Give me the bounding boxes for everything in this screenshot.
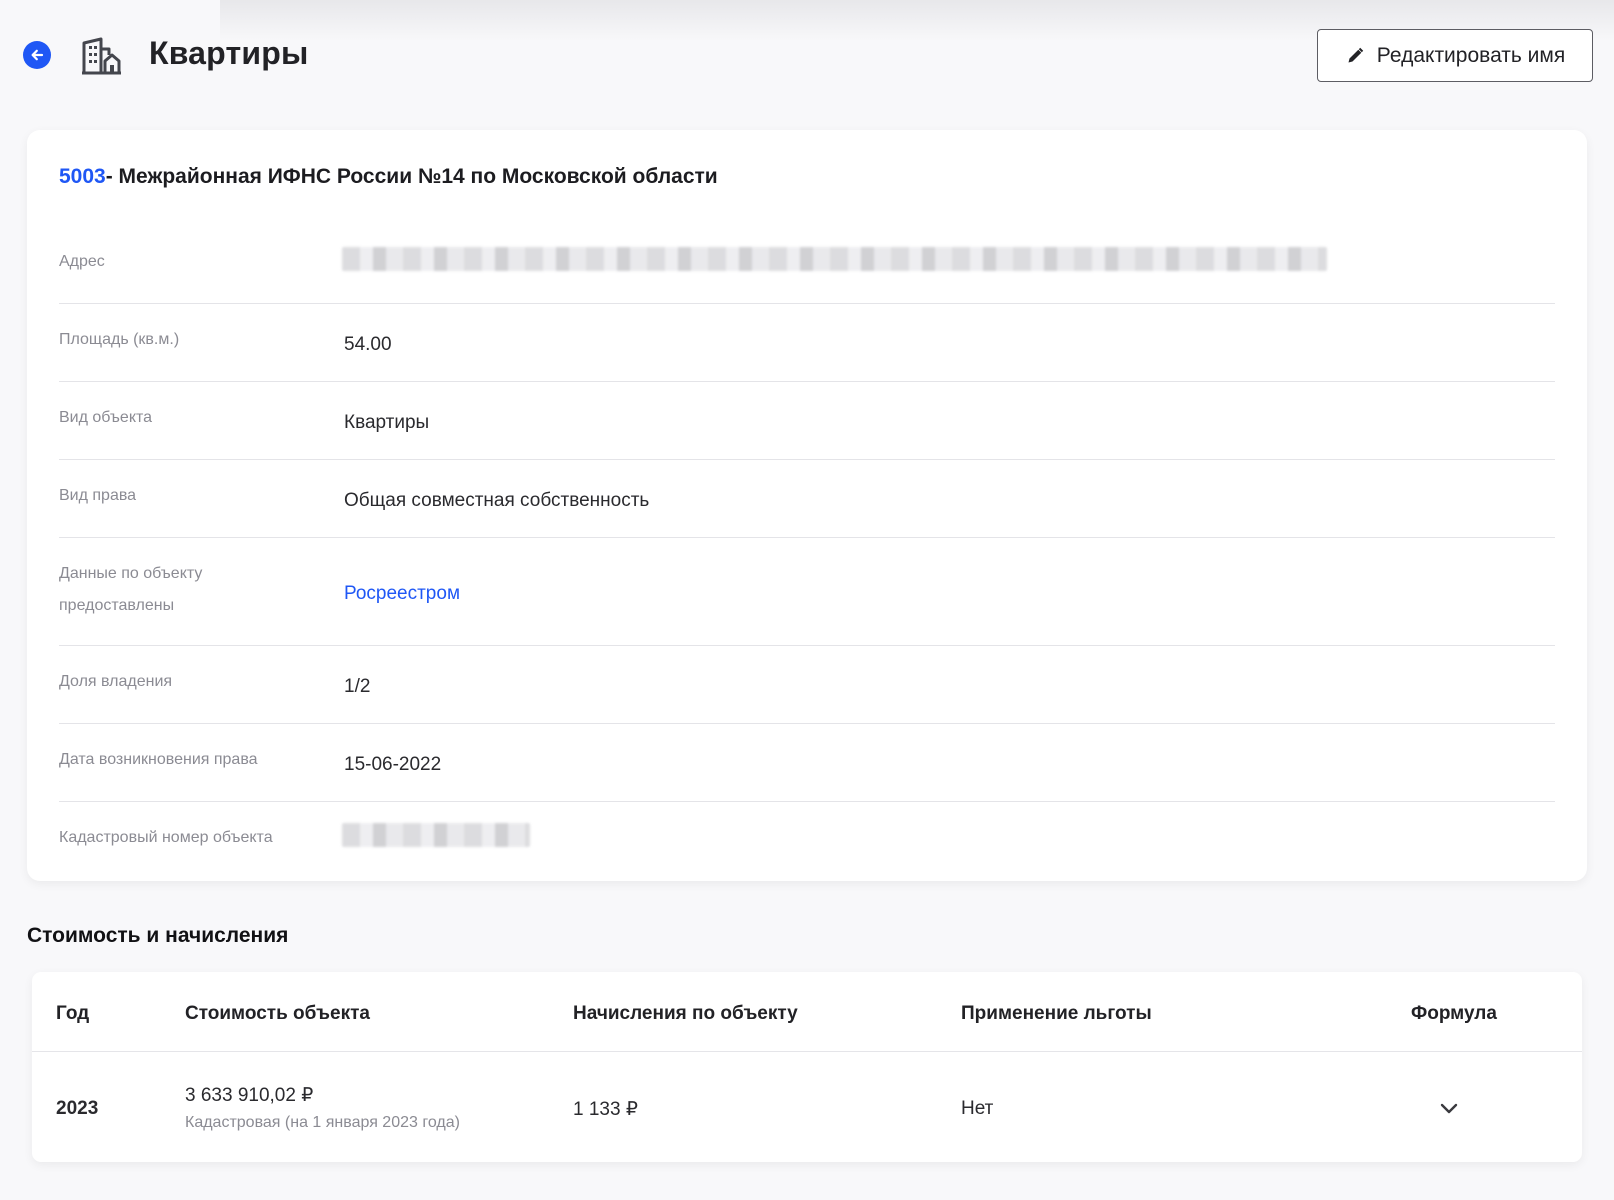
charges-section-title: Стоимость и начисления (27, 924, 289, 947)
object-info-card: 5003- Межрайонная ИФНС России №14 по Мос… (27, 130, 1587, 881)
right-type-label: Вид права (59, 487, 137, 504)
cost-column-header: Стоимость объекта (185, 1003, 370, 1024)
year-column-header: Год (56, 1003, 90, 1024)
object-type-value: Квартиры (344, 412, 430, 433)
benefit-column-header: Применение льготы (961, 1003, 1152, 1024)
right-type-value: Общая совместная собственность (344, 490, 650, 511)
charges-cell: 1 133 ₽ (573, 1099, 638, 1120)
charges-table: Год Стоимость объекта Начисления по объе… (32, 972, 1582, 1162)
info-row-ownership-share: Доля владения 1/2 (59, 646, 1555, 724)
area-label: Площадь (кв.м.) (59, 331, 180, 348)
data-source-label: Данные по объекту предоставлены (59, 565, 203, 614)
info-row-right-type: Вид права Общая совместная собственность (59, 460, 1555, 538)
property-detail-page: Квартиры Редактировать имя 5003- Межрайо… (0, 0, 1614, 1200)
arrow-left-circle-icon (31, 49, 44, 61)
formula-expand-button[interactable] (1436, 1095, 1462, 1121)
formula-column-header: Формула (1411, 1003, 1497, 1024)
back-button[interactable] (23, 41, 51, 69)
area-value: 54.00 (344, 334, 392, 355)
edit-name-button[interactable]: Редактировать имя (1317, 29, 1593, 82)
ownership-share-label: Доля владения (59, 673, 173, 690)
object-info-list: Адрес Площадь (кв.м.) 54.00 Вид объекта … (59, 226, 1555, 880)
object-type-label: Вид объекта (59, 409, 153, 426)
info-row-area: Площадь (кв.м.) 54.00 (59, 304, 1555, 382)
tax-authority-name: - Межрайонная ИФНС России №14 по Московс… (105, 165, 718, 188)
pencil-icon (1348, 47, 1363, 62)
info-row-address: Адрес (59, 226, 1555, 304)
cost-note: Кадастровая (на 1 января 2023 года) (185, 1114, 460, 1131)
page-title: Квартиры (149, 35, 309, 71)
page-header: Квартиры Редактировать имя (0, 0, 1614, 110)
building-icon (81, 36, 123, 76)
charges-table-header: Год Стоимость объекта Начисления по объе… (32, 972, 1582, 1052)
edit-name-label: Редактировать имя (1376, 43, 1566, 67)
info-row-cadastral-number: Кадастровый номер объекта (59, 802, 1555, 880)
cost-cell: 3 633 910,02 ₽ Кадастровая (на 1 января … (185, 1082, 460, 1136)
tax-authority-title: 5003- Межрайонная ИФНС России №14 по Мос… (59, 165, 718, 189)
chevron-down-icon (1440, 1103, 1458, 1114)
info-row-right-date: Дата возникновения права 15-06-2022 (59, 724, 1555, 802)
cadastral-number-redacted (342, 823, 530, 847)
benefit-cell: Нет (961, 1098, 994, 1119)
address-redacted (342, 247, 1327, 271)
data-source-link[interactable]: Росреестром (344, 583, 460, 605)
cadastral-number-label: Кадастровый номер объекта (59, 829, 273, 846)
charges-column-header: Начисления по объекту (573, 1003, 798, 1024)
year-cell: 2023 (56, 1098, 99, 1119)
info-row-object-type: Вид объекта Квартиры (59, 382, 1555, 460)
cost-value: 3 633 910,02 ₽ (185, 1085, 314, 1106)
right-date-value: 15-06-2022 (344, 754, 442, 775)
right-date-label: Дата возникновения права (59, 751, 258, 768)
info-row-data-source: Данные по объекту предоставлены Росреест… (59, 538, 1555, 646)
table-row: 2023 3 633 910,02 ₽ Кадастровая (на 1 ян… (32, 1053, 1582, 1162)
ownership-share-value: 1/2 (344, 676, 371, 697)
address-label: Адрес (59, 253, 105, 270)
tax-code-link[interactable]: 5003 (59, 165, 106, 188)
